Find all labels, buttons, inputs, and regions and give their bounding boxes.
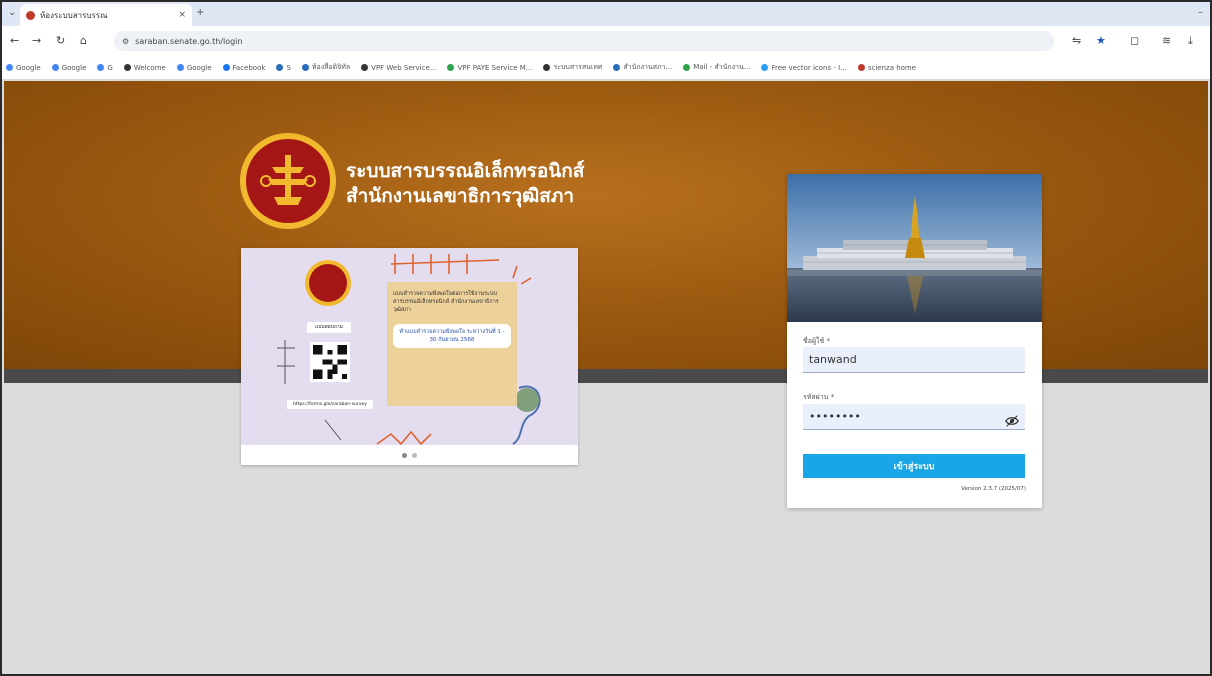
minimize-icon[interactable]: – (1198, 7, 1203, 18)
login-card: ชื่อผู้ใช้ * รหัสผ่าน * เข้าสู่ระบบ Vers… (787, 174, 1042, 508)
browser-tab[interactable]: ห้องระบบสารบรรณ × (20, 4, 192, 26)
qr-code-icon (310, 342, 350, 382)
bookmark-item[interactable]: Google (51, 63, 87, 72)
bookmark-favicon-icon (361, 64, 369, 71)
parliament-building-image (787, 174, 1042, 322)
media-icon[interactable]: ≋ (1162, 34, 1171, 47)
bookmark-label: S (286, 63, 291, 72)
bookmark-item[interactable]: S (276, 63, 291, 72)
home-icon[interactable]: ⌂ (80, 34, 87, 47)
survey-card: แบบสำรวจความพึงพอใจต่อการใช้งานระบบสารบร… (387, 282, 517, 406)
tab-close-icon[interactable]: × (178, 10, 186, 20)
login-button[interactable]: เข้าสู่ระบบ (803, 454, 1025, 478)
bookmark-favicon-icon (51, 64, 59, 71)
bookmark-item[interactable]: Google (6, 64, 41, 72)
survey-card-pill: ทำแบบสำรวจความพึงพอใจ ระหว่างวันที่ 1 - … (393, 324, 511, 348)
bookmark-label: Google (16, 63, 41, 72)
bookmark-favicon-icon (447, 64, 455, 71)
bookmark-favicon-icon (761, 64, 769, 71)
bookmark-item[interactable]: Google (176, 63, 212, 72)
forward-icon[interactable]: → (32, 34, 41, 47)
bookmark-label: Welcome (133, 63, 166, 72)
slide-url: https://forms.gle/saraban-survey (287, 400, 373, 409)
bookmark-label: VPF PAYE Service M... (457, 63, 533, 72)
bookmark-favicon-icon (222, 64, 230, 71)
slide-emblem-icon (305, 260, 351, 306)
bookmark-item[interactable]: scienza home (857, 63, 917, 72)
announcement-slide[interactable]: แบบสอบถาม https://forms.gle/saraban-surv… (241, 248, 578, 445)
new-tab-button[interactable]: + (196, 7, 204, 18)
bookmark-label: scienza home (867, 63, 917, 72)
bookmark-favicon-icon (276, 64, 284, 71)
bookmarks-bar: Google Google G Welcome Google Facebook S ห้องส… (2, 56, 1210, 80)
announcement-slider[interactable]: แบบสอบถาม https://forms.gle/saraban-surv… (241, 248, 578, 465)
site-title-line1: ระบบสารบรรณอิเล็กทรอนิกส์ (346, 160, 585, 182)
translate-icon[interactable]: ⇋ (1072, 34, 1081, 47)
bookmark-item[interactable]: Facebook (222, 63, 266, 72)
slider-dot[interactable] (412, 452, 417, 458)
bookmark-label: G (107, 63, 113, 72)
site-info-icon[interactable]: ⚙ (122, 37, 129, 46)
tab-title: ห้องระบบสารบรรณ (40, 10, 108, 20)
tab-search-icon[interactable]: ⌄ (8, 7, 16, 18)
bookmark-favicon-icon (123, 64, 131, 71)
bookmark-label: Free vector icons - I... (771, 63, 847, 72)
bookmark-item[interactable]: Welcome (123, 63, 166, 72)
bookmark-item[interactable]: สำนักงานสภา... (613, 62, 672, 73)
bookmark-item[interactable]: ห้องสื่อดิจิทัล (301, 62, 351, 73)
site-title: ระบบสารบรรณอิเล็กทรอนิกส์ สำนักงานเลขาธิ… (346, 159, 584, 209)
bookmark-favicon-icon (683, 64, 691, 71)
bookmark-label: Mail - สำนักงาน... (693, 63, 751, 71)
bookmark-label: VPF Web Service... (371, 63, 437, 72)
bookmark-label: ระบบสารสนเทศ (553, 63, 603, 71)
browser-toolbar: ← → ↻ ⌂ ⚙ saraban.senate.go.th/login ⇋ ★… (2, 26, 1210, 56)
bookmark-favicon-icon (613, 64, 621, 71)
bookmark-item[interactable]: VPF PAYE Service M... (447, 64, 532, 72)
site-title-line2: สำนักงานเลขาธิการวุฒิสภา (346, 185, 575, 207)
show-password-eye-icon[interactable] (1005, 414, 1019, 428)
bookmark-item[interactable]: G (97, 63, 113, 72)
reload-icon[interactable]: ↻ (56, 34, 65, 47)
bookmark-item[interactable]: VPF Web Service... (361, 64, 436, 72)
login-page: ระบบสารบรรณอิเล็กทรอนิกส์ สำนักงานเลขาธิ… (4, 81, 1208, 674)
bookmark-item[interactable]: Free vector icons - I... (761, 63, 847, 72)
extensions-icon[interactable]: ◻ (1130, 34, 1139, 47)
bookmark-label: Facebook (232, 63, 266, 72)
survey-card-text: แบบสำรวจความพึงพอใจต่อการใช้งานระบบสารบร… (393, 291, 499, 313)
password-input[interactable] (803, 404, 1025, 430)
back-icon[interactable]: ← (10, 34, 19, 47)
bookmark-label: สำนักงานสภา... (623, 63, 673, 71)
bookmark-star-icon[interactable]: ★ (1096, 34, 1106, 47)
bookmark-label: Google (61, 63, 87, 72)
bookmark-favicon-icon (301, 64, 309, 71)
bookmark-favicon-icon (857, 64, 865, 71)
bookmark-label: ห้องสื่อดิจิทัล (311, 63, 351, 71)
slider-dot-active[interactable] (402, 452, 407, 458)
password-label: รหัสผ่าน * (803, 393, 835, 401)
tab-strip: ⌄ ห้องระบบสารบรรณ × + – (2, 2, 1210, 26)
bookmark-item[interactable]: Mail - สำนักงาน... (683, 62, 750, 73)
bookmark-favicon-icon (543, 64, 551, 71)
senate-emblem-logo (240, 133, 336, 229)
username-label: ชื่อผู้ใช้ * (803, 337, 830, 345)
site-favicon-icon (26, 10, 35, 20)
bookmark-favicon-icon (6, 64, 13, 71)
browser-window: ⌄ ห้องระบบสารบรรณ × + – ← → ↻ ⌂ ⚙ saraba… (0, 0, 1212, 676)
slide-label: แบบสอบถาม (307, 322, 351, 333)
address-url: saraban.senate.go.th/login (135, 36, 243, 46)
download-icon[interactable]: ⤓ (1188, 34, 1193, 48)
bookmark-item[interactable]: ระบบสารสนเทศ (543, 62, 602, 73)
address-bar[interactable]: ⚙ saraban.senate.go.th/login (114, 31, 1054, 51)
slider-dots (241, 445, 578, 465)
username-input[interactable] (803, 347, 1025, 373)
version-text: Version 2.3.7 (2025/07) (961, 486, 1026, 492)
bookmark-favicon-icon (97, 64, 105, 71)
bookmark-label: Google (186, 63, 212, 72)
bookmark-favicon-icon (176, 64, 184, 71)
